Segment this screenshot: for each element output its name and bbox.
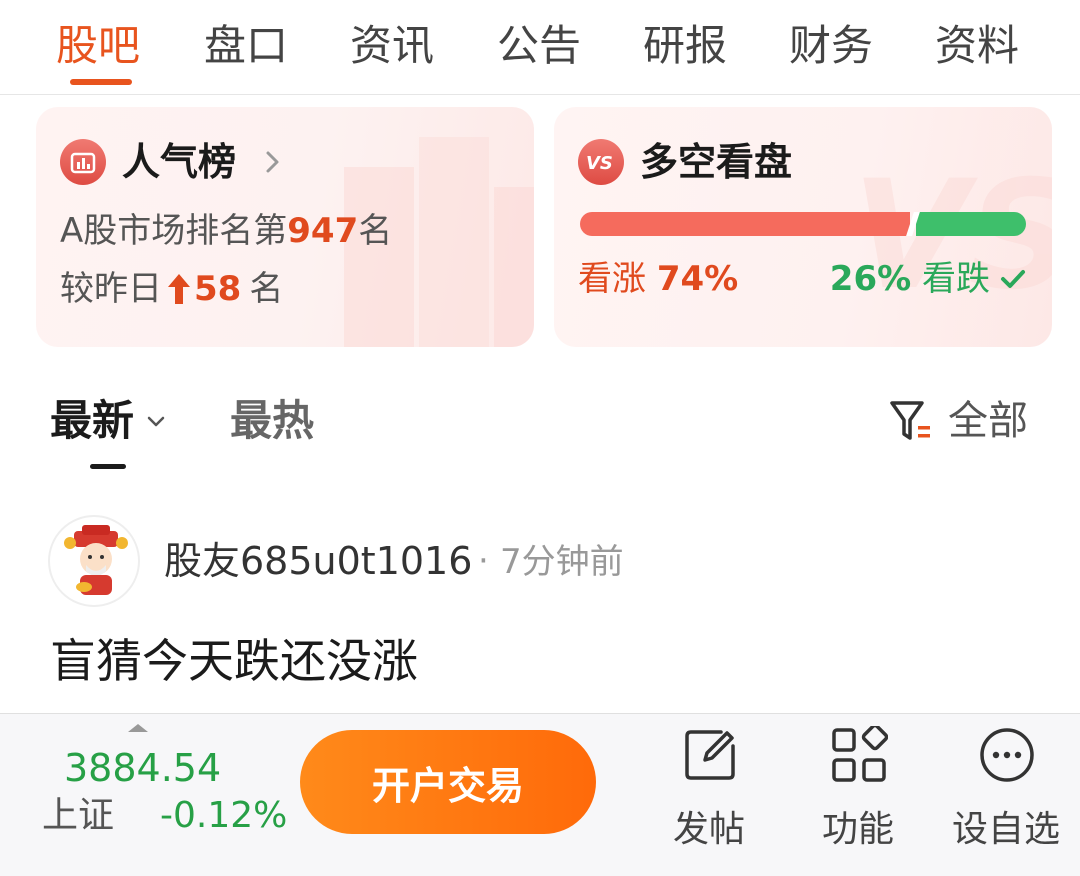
sentiment-bar <box>580 212 1026 236</box>
add-watchlist-button[interactable]: 设自选 <box>941 724 1071 864</box>
add-watchlist-label: 设自选 <box>951 809 1060 850</box>
arrow-up-icon <box>168 274 190 304</box>
expand-caret-icon[interactable] <box>128 724 148 732</box>
bull-bar <box>580 212 911 236</box>
filter-label[interactable]: 全部 <box>948 392 1028 450</box>
caishen-avatar-icon <box>64 525 128 595</box>
tab-profile[interactable]: 资料 <box>935 18 1019 74</box>
post-separator: · <box>478 541 489 581</box>
popularity-title: 人气榜 <box>122 140 237 184</box>
sort-hot-tab[interactable]: 最热 <box>230 392 314 450</box>
post-time: 7分钟前 <box>500 542 624 582</box>
chevron-down-icon[interactable] <box>144 410 168 434</box>
post-button[interactable]: 发帖 <box>644 724 774 864</box>
index-change[interactable]: -0.12% <box>160 792 287 840</box>
tab-financials[interactable]: 财务 <box>789 18 873 74</box>
post-content[interactable]: 盲猜今天跌还没涨 <box>50 630 418 692</box>
features-button[interactable]: 功能 <box>793 724 923 864</box>
sort-latest-tab[interactable]: 最新 <box>50 392 134 450</box>
tab-research[interactable]: 研报 <box>643 18 727 74</box>
rank-change-line: 较昨日 58 名 <box>60 265 283 313</box>
post-author[interactable]: 股友685u0t1016 <box>164 535 472 587</box>
bear-label: 看跌 <box>922 259 990 299</box>
rank-line: A股市场排名第947名 <box>60 207 392 255</box>
edit-icon <box>685 730 735 780</box>
chevron-right-icon <box>266 151 279 173</box>
change-value: 58 <box>194 269 242 309</box>
rank-prefix: A股市场排名第 <box>60 211 288 251</box>
filter-icon[interactable] <box>888 398 934 444</box>
sentiment-title: 多空看盘 <box>640 140 793 184</box>
bear-pct: 26% <box>829 259 912 299</box>
tab-guba[interactable]: 股吧 <box>56 18 140 74</box>
check-icon <box>1001 270 1025 288</box>
rank-suffix: 名 <box>358 211 393 251</box>
popularity-card[interactable]: 人气榜 A股市场排名第947名 较昨日 58 名 <box>36 107 534 347</box>
grid-icon <box>832 726 888 782</box>
svg-text:VS: VS <box>586 153 613 173</box>
bear-stat[interactable]: 26% 看跌 <box>830 255 1028 303</box>
top-tab-bar: 股吧 盘口 资讯 公告 研报 财务 资料 <box>0 0 1080 95</box>
change-suffix: 名 <box>249 269 284 309</box>
bottom-bar: 3884.54 上证 -0.12% 开户交易 发帖 功能 设自选 <box>0 713 1080 876</box>
sentiment-card[interactable]: VS VS 多空看盘 看涨 74% 26% 看跌 <box>554 107 1052 347</box>
bull-label: 看涨 <box>578 259 646 299</box>
post-label: 发帖 <box>672 809 745 850</box>
bar-chart-icon <box>60 139 106 185</box>
change-prefix: 较昨日 <box>60 269 162 309</box>
tab-pankou[interactable]: 盘口 <box>204 18 288 74</box>
bull-stat[interactable]: 看涨 74% <box>578 255 738 303</box>
sort-bar: 最新 最热 全部 <box>0 380 1080 470</box>
open-account-trade-button[interactable]: 开户交易 <box>300 730 596 834</box>
index-name[interactable]: 上证 <box>42 792 114 840</box>
bull-pct: 74% <box>656 259 739 299</box>
more-icon <box>980 728 1034 782</box>
bear-bar <box>916 212 1026 236</box>
features-label: 功能 <box>821 809 894 850</box>
sort-active-indicator <box>90 464 126 469</box>
tab-news[interactable]: 资讯 <box>350 18 434 74</box>
active-tab-indicator <box>70 79 132 85</box>
index-value[interactable]: 3884.54 <box>64 744 221 792</box>
tab-announcements[interactable]: 公告 <box>497 18 581 74</box>
vs-icon: VS <box>578 139 624 185</box>
avatar[interactable] <box>48 515 140 607</box>
rank-value: 947 <box>287 211 359 251</box>
